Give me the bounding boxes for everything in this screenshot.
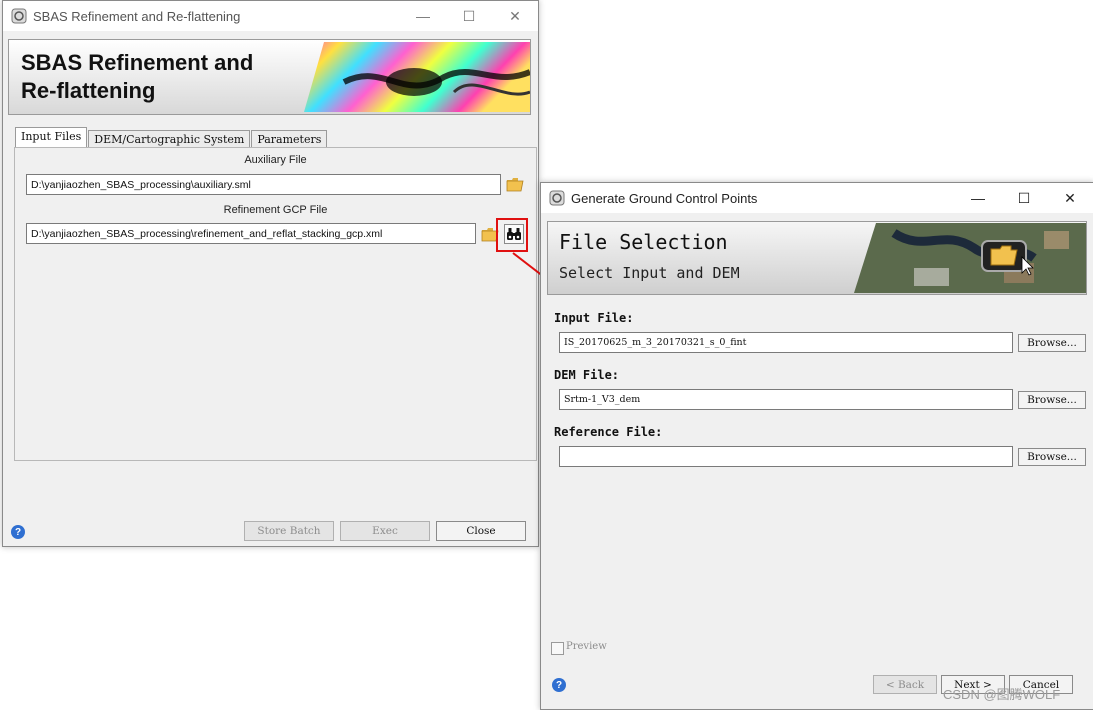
sbas-window-title: SBAS Refinement and Re-flattening — [33, 8, 241, 24]
refinement-gcp-field[interactable]: D:\yanjiaozhen_SBAS_processing\refinemen… — [26, 223, 476, 244]
reference-file-field[interactable] — [559, 446, 1013, 467]
gcp-window: Generate Ground Control Points — ☐ ✕ Fil… — [540, 182, 1093, 710]
back-button[interactable]: < Back — [873, 675, 937, 694]
banner-title-line1: SBAS Refinement and — [21, 50, 254, 75]
auxiliary-folder-icon[interactable] — [506, 176, 524, 192]
preview-label: Preview — [566, 641, 607, 652]
refinement-gcp-label: Refinement GCP File — [223, 204, 328, 216]
exec-button[interactable]: Exec — [340, 521, 430, 541]
input-file-field[interactable]: IS_20170625_m_3_20170321_s_0_fint — [559, 332, 1013, 353]
gcp-help-icon[interactable]: ? — [552, 678, 566, 692]
gcp-window-title: Generate Ground Control Points — [571, 190, 758, 206]
csdn-watermark: CSDN @图腾WOLF — [943, 687, 1061, 702]
store-batch-button[interactable]: Store Batch — [244, 521, 334, 541]
dem-file-field[interactable]: Srtm-1_V3_dem — [559, 389, 1013, 410]
reference-file-label: Reference File: — [554, 425, 663, 439]
sbas-window: SBAS Refinement and Re-flattening — ☐ ✕ … — [2, 0, 539, 547]
interferogram-image — [304, 42, 530, 112]
highlight-box — [496, 218, 528, 252]
maximize-button[interactable]: ☐ — [446, 1, 492, 31]
input-browse-button[interactable]: Browse... — [1018, 334, 1086, 352]
satellite-image — [854, 223, 1086, 293]
app-logo-icon — [549, 190, 565, 206]
close-window-button[interactable]: ✕ — [1047, 183, 1093, 213]
gcp-banner: File Selection Select Input and DEM — [547, 221, 1087, 295]
reference-browse-button[interactable]: Browse... — [1018, 448, 1086, 466]
file-selection-title: File Selection — [559, 230, 728, 254]
minimize-button[interactable]: — — [955, 183, 1001, 213]
preview-checkbox[interactable] — [551, 642, 564, 655]
close-window-button[interactable]: ✕ — [492, 1, 538, 31]
input-file-label: Input File: — [554, 311, 634, 325]
sbas-titlebar[interactable]: SBAS Refinement and Re-flattening — ☐ ✕ — [3, 1, 538, 31]
maximize-button[interactable]: ☐ — [1001, 183, 1047, 213]
app-logo-icon — [11, 8, 27, 24]
auxiliary-file-field[interactable]: D:\yanjiaozhen_SBAS_processing\auxiliary… — [26, 174, 501, 195]
close-button[interactable]: Close — [436, 521, 526, 541]
banner-title-line2: Re-flattening — [21, 78, 156, 103]
gcp-titlebar[interactable]: Generate Ground Control Points — ☐ ✕ — [541, 183, 1093, 213]
file-selection-subtitle: Select Input and DEM — [559, 264, 740, 282]
sbas-help-icon[interactable]: ? — [11, 525, 25, 539]
dem-file-label: DEM File: — [554, 368, 620, 382]
sbas-banner: SBAS Refinement and Re-flattening — [8, 39, 531, 115]
dem-browse-button[interactable]: Browse... — [1018, 391, 1086, 409]
input-files-panel: Auxiliary File D:\yanjiaozhen_SBAS_proce… — [14, 147, 537, 461]
minimize-button[interactable]: — — [400, 1, 446, 31]
auxiliary-file-label: Auxiliary File — [244, 154, 307, 166]
